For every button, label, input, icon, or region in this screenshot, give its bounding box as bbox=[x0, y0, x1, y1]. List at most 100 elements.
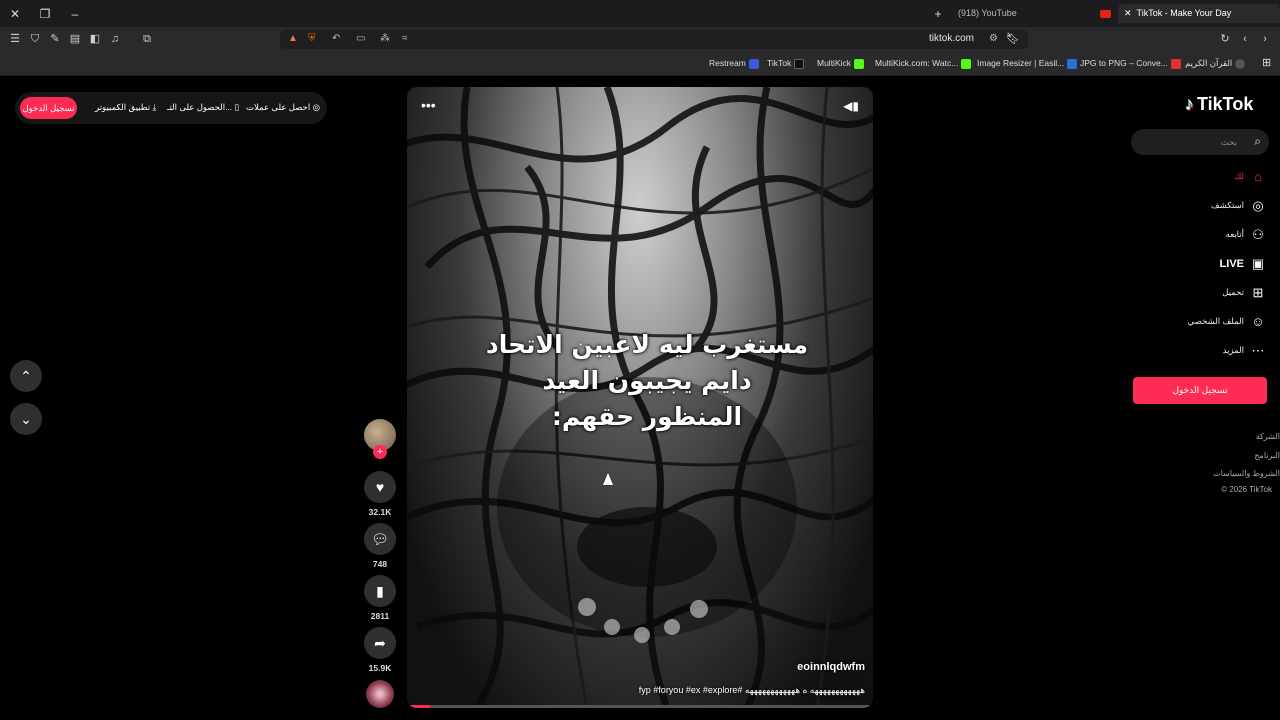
get-app-label: الحصول على التـ... bbox=[167, 102, 233, 112]
tab-youtube[interactable]: (918) YouTube bbox=[952, 4, 1023, 23]
sidebar-item-explore[interactable]: استكشف ◎ bbox=[1211, 197, 1266, 215]
home-icon: ⌂ bbox=[1254, 169, 1262, 185]
video-progress-fill bbox=[407, 705, 431, 708]
restore-window-icon[interactable]: ❐ bbox=[37, 6, 53, 22]
reload-icon[interactable]: ↻ bbox=[1218, 32, 1232, 46]
music-icon[interactable]: ♫ bbox=[108, 32, 122, 46]
compass-icon: ◎ bbox=[1252, 197, 1264, 213]
search-placeholder: بحث bbox=[1220, 137, 1237, 147]
brave-shield-icon[interactable]: ⛨ bbox=[308, 33, 316, 44]
follow-plus-icon[interactable]: + bbox=[373, 445, 387, 459]
get-app-link[interactable]: الحصول على التـ... ▯ bbox=[167, 102, 239, 113]
sidebar-item-label: المزيد bbox=[1222, 345, 1244, 356]
desktop-app-link[interactable]: تطبيق الكمبيوتر ⤓ bbox=[95, 102, 156, 113]
tiktok-note-icon: ♪ bbox=[1185, 94, 1194, 114]
undo-icon[interactable]: ↶ bbox=[332, 33, 340, 44]
bookmark-label: MultiKick bbox=[817, 58, 852, 68]
bookmark-multikick-watch[interactable]: MultiKick.com: Watc... bbox=[875, 58, 972, 69]
overlay-line-1: مستغرب ليه لاعبين الاتحاد bbox=[485, 330, 809, 359]
live-tv-icon: ▣ bbox=[1251, 255, 1265, 271]
previous-video-button[interactable]: ⌃ bbox=[10, 360, 42, 392]
music-disc-icon[interactable] bbox=[366, 680, 394, 708]
browser-toolbar: ☰ ⛉ ✎ ▤ ◧ ♫ ⧉ ▲ ⛨ ↶ ▭ ⁂ ≈ tiktok.com ⚙ 🔖… bbox=[0, 27, 1280, 52]
sidebar-item-label: LIVE bbox=[1219, 257, 1244, 270]
sidebar-item-label: لك bbox=[1234, 171, 1244, 182]
jpg-png-favicon-icon bbox=[1170, 58, 1181, 69]
comment-count: 748 bbox=[372, 559, 388, 569]
sidebar-item-upload[interactable]: تحميل ⊞ bbox=[1222, 284, 1266, 302]
mouse-cursor bbox=[603, 473, 613, 485]
reader-icon[interactable]: ▤ bbox=[68, 32, 82, 46]
close-window-icon[interactable]: ✕ bbox=[7, 6, 23, 22]
comment-icon: 💬︎ bbox=[371, 531, 389, 547]
footer-link-program[interactable]: البرنامج bbox=[1254, 451, 1280, 460]
address-bar[interactable]: ▲ ⛨ ↶ ▭ ⁂ ≈ tiktok.com ⚙ 🔖︎ bbox=[280, 30, 1028, 49]
extension-icon[interactable]: ≈ bbox=[402, 33, 408, 44]
video-player[interactable]: ••• ◀▮ مستغرب ليه لاعبين الاتحاد دايم يج… bbox=[407, 87, 873, 708]
url-text[interactable]: tiktok.com bbox=[929, 33, 974, 44]
sidebar-item-for-you[interactable]: لك ⌂ bbox=[1234, 168, 1266, 186]
save-count: 2811 bbox=[370, 611, 390, 621]
footer-link-terms[interactable]: الشروط والسياسات bbox=[1213, 469, 1280, 478]
pen-icon[interactable]: ✎ bbox=[48, 32, 62, 46]
tab-youtube-label: (918) YouTube bbox=[958, 8, 1017, 18]
video-caption: ههههههههههههه ه ههههههههههههه #fyp #fory… bbox=[638, 685, 865, 695]
bookmark-label: TikTok bbox=[767, 58, 792, 68]
like-button[interactable]: ♥ bbox=[364, 471, 396, 503]
bookmark-restream[interactable]: Restream bbox=[709, 58, 759, 69]
get-coins-link[interactable]: احصل على عملات ◎ bbox=[246, 102, 320, 113]
next-video-button[interactable]: ⌄ bbox=[10, 403, 42, 435]
volume-icon[interactable]: ◀▮ bbox=[843, 99, 859, 113]
sidebar-icon[interactable]: ◧ bbox=[88, 32, 102, 46]
tab-tiktok[interactable]: ✕ TikTok - Make Your Day bbox=[1118, 4, 1280, 23]
bookmarks-overflow-icon[interactable]: ⊞ bbox=[1262, 56, 1271, 69]
sidebar-item-label: تحميل bbox=[1222, 287, 1244, 298]
cast-icon[interactable]: ▭ bbox=[356, 33, 365, 44]
forward-icon[interactable]: › bbox=[1258, 32, 1272, 46]
sidebar-item-live[interactable]: LIVE ▣ bbox=[1220, 255, 1266, 273]
youtube-favicon-icon bbox=[1090, 4, 1118, 23]
menu-icon[interactable]: ☰ bbox=[8, 32, 22, 46]
login-button-small[interactable]: تسجيل الدخول bbox=[20, 97, 77, 119]
bookmark-multikick[interactable]: MultiKick bbox=[817, 58, 865, 69]
bookmark-quran[interactable]: القرآن الكريم bbox=[1185, 58, 1246, 69]
sidebar-item-profile[interactable]: الملف الشخصي ☺ bbox=[1188, 313, 1266, 331]
tab-tiktok-label: TikTok - Make Your Day bbox=[1136, 8, 1232, 18]
image-resizer-favicon-icon bbox=[1067, 58, 1078, 69]
minimize-window-icon[interactable]: – bbox=[67, 6, 83, 22]
search-input[interactable]: بحث ⌕ bbox=[1131, 129, 1269, 155]
shield-icon[interactable]: ⛉ bbox=[28, 32, 42, 46]
bookmark-tiktok[interactable]: TikTok bbox=[767, 58, 805, 69]
tiktok-page: تسجيل الدخول تطبيق الكمبيوتر ⤓ الحصول عل… bbox=[0, 77, 1280, 720]
multikick-watch-favicon-icon bbox=[961, 58, 972, 69]
bookmark-label: القرآن الكريم bbox=[1185, 58, 1233, 68]
bookmark-image-resizer[interactable]: Image Resizer | Easil... bbox=[977, 58, 1078, 69]
tiktok-logo[interactable]: ♪ TikTok bbox=[1185, 94, 1253, 115]
bookmark-icon[interactable]: 🔖︎ bbox=[1006, 32, 1020, 45]
share-button[interactable]: ➦ bbox=[364, 627, 396, 659]
overlay-line-2: دايم يجيبون العيد bbox=[542, 366, 752, 395]
sidebar-item-more[interactable]: المزيد ⋯ bbox=[1223, 342, 1266, 360]
logo-text: TikTok bbox=[1197, 94, 1254, 114]
chevron-down-icon: ⌄ bbox=[20, 411, 32, 427]
footer-link-company[interactable]: الشركة bbox=[1256, 432, 1280, 441]
overlay-line-3: المنظور حقهم: bbox=[551, 402, 743, 431]
bookmark-jpg-to-png[interactable]: JPG to PNG – Conve... bbox=[1080, 58, 1181, 69]
login-button[interactable]: تسجيل الدخول bbox=[1133, 377, 1267, 404]
translate-icon[interactable]: ⁂ bbox=[380, 33, 390, 44]
more-options-icon[interactable]: ••• bbox=[421, 97, 436, 113]
site-settings-icon[interactable]: ⚙ bbox=[989, 33, 998, 44]
screenshot-icon[interactable]: ⧉ bbox=[140, 32, 154, 46]
top-actions-bar: تسجيل الدخول تطبيق الكمبيوتر ⤓ الحصول عل… bbox=[15, 92, 327, 124]
chevron-up-icon: ⌃ bbox=[20, 368, 32, 384]
save-button[interactable]: ▮ bbox=[364, 575, 396, 607]
sidebar-item-following[interactable]: أتابعه ⚇ bbox=[1226, 226, 1266, 244]
bookmark-label: JPG to PNG – Conve... bbox=[1080, 58, 1168, 68]
video-username[interactable]: eoinnlqdwfm bbox=[797, 661, 865, 673]
back-icon[interactable]: ‹ bbox=[1238, 32, 1252, 46]
comment-button[interactable]: 💬︎ bbox=[364, 523, 396, 555]
brave-icon[interactable]: ▲ bbox=[288, 33, 298, 44]
video-progress-bar[interactable] bbox=[407, 705, 873, 708]
like-count: 32.1K bbox=[368, 507, 392, 517]
new-tab-icon[interactable]: + bbox=[930, 6, 946, 22]
